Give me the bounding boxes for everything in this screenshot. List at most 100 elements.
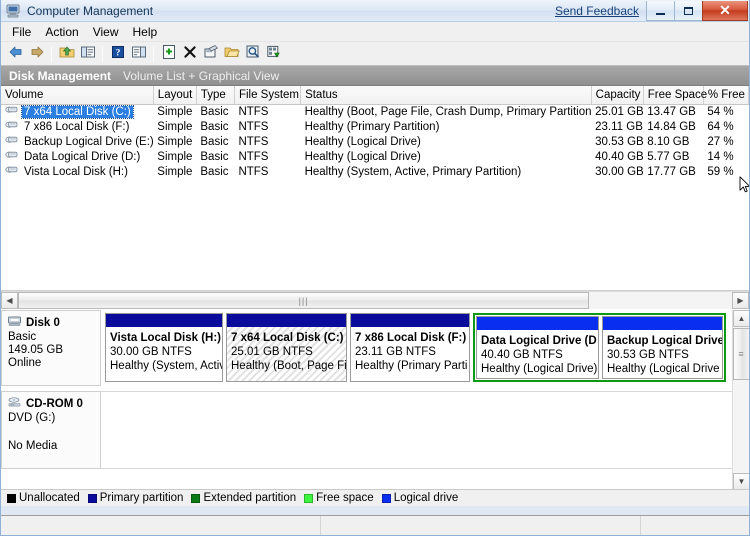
partition-size-fs: 40.40 GB NTFS	[481, 349, 563, 361]
graphical-view-vscrollbar[interactable]: ▲ ≡ ▼	[732, 310, 749, 489]
partition-status: Healthy (Boot, Page Fi	[231, 360, 346, 372]
cdrom0-name: CD-ROM 0	[26, 398, 83, 410]
cell-capacity: 25.01 GB	[595, 105, 644, 118]
cell-volume[interactable]: 7 x86 Local Disk (F:)	[1, 119, 153, 134]
delete-icon	[182, 44, 198, 63]
show-hide-console-tree-icon	[80, 44, 96, 63]
refresh-button[interactable]	[263, 44, 284, 64]
menu-bar: File Action View Help	[1, 22, 749, 42]
table-row[interactable]: Backup Logical Drive (E:) Simple Basic NTFS…	[1, 134, 749, 149]
disk-info-disk0[interactable]: Disk 0 Basic 149.05 GB Online	[1, 310, 101, 386]
open-button[interactable]	[221, 44, 242, 64]
hscroll-right-arrow-icon[interactable]: ▶	[732, 292, 749, 309]
minimize-icon	[656, 12, 665, 15]
vscroll-thumb[interactable]: ≡	[733, 328, 749, 380]
explore-button[interactable]	[242, 44, 263, 64]
partition-size-fs: 23.11 GB NTFS	[355, 346, 436, 358]
partition-block[interactable]: Data Logical Drive (D 40.40 GB NTFS Health…	[476, 316, 599, 379]
disk-info-cdrom0[interactable]: CD-ROM 0 DVD (G:) No Media	[1, 391, 101, 469]
cell-capacity: 30.00 GB	[595, 165, 644, 178]
cell-pct-free: 64 %	[707, 120, 734, 133]
cdrom0-media-area[interactable]	[101, 391, 749, 469]
hscroll-left-arrow-icon[interactable]: ◀	[1, 292, 18, 309]
minimize-button[interactable]	[646, 1, 675, 21]
legend-item: Logical drive	[381, 492, 458, 504]
volume-table-body: 7 x64 Local Disk (C:) Simple Basic NTFS Heal…	[1, 104, 749, 179]
vscroll-down-arrow-icon[interactable]: ▼	[733, 473, 749, 489]
up-one-level-button[interactable]	[56, 44, 77, 64]
show-hide-console-tree-button[interactable]	[77, 44, 98, 64]
partition-title: Vista Local Disk (H:)	[110, 332, 221, 344]
close-button[interactable]: ✕	[702, 1, 748, 21]
partition-color-bar	[227, 314, 346, 327]
properties-icon	[161, 44, 177, 63]
cell-layout: Simple	[157, 165, 193, 178]
up-folder-icon	[59, 44, 75, 63]
cdrom0-state: No Media	[8, 440, 58, 452]
volume-table: Volume Layout Type File System Status Ca…	[1, 86, 749, 179]
volume-list-hscrollbar[interactable]: ◀ ||| ▶	[1, 291, 749, 309]
partition-block[interactable]: 7 x86 Local Disk (F:) 23.11 GB NTFS Health…	[350, 313, 470, 382]
cell-volume[interactable]: Data Logical Drive (D:)	[1, 149, 153, 164]
delete-button[interactable]	[179, 44, 200, 64]
cell-layout: Simple	[157, 120, 193, 133]
cell-capacity: 40.40 GB	[595, 150, 644, 163]
legend-item: Primary partition	[87, 492, 183, 504]
menu-item-file[interactable]: File	[5, 23, 38, 41]
legend-item: Free space	[304, 492, 374, 504]
column-header-free-space[interactable]: Free Space	[643, 86, 707, 105]
help-button[interactable]: ?	[107, 44, 128, 64]
forward-button[interactable]	[26, 44, 47, 64]
menu-item-action[interactable]: Action	[38, 23, 85, 41]
menu-item-help[interactable]: Help	[126, 23, 165, 41]
column-header-volume[interactable]: Volume	[1, 86, 154, 105]
menu-item-view[interactable]: View	[86, 23, 126, 41]
table-row[interactable]: Data Logical Drive (D:) Simple Basic NTFS He…	[1, 149, 749, 164]
extended-partition-group[interactable]: Data Logical Drive (D 40.40 GB NTFS Health…	[473, 313, 726, 382]
partition-size-fs: 25.01 GB NTFS	[231, 346, 313, 358]
column-header-type[interactable]: Type	[196, 86, 235, 105]
partition-title: Backup Logical Drive	[607, 335, 722, 347]
column-header-status[interactable]: Status	[300, 86, 592, 105]
back-button[interactable]	[5, 44, 26, 64]
column-header-pct-free[interactable]: % Free	[703, 86, 749, 105]
cell-layout: Simple	[157, 105, 193, 118]
cell-status: Healthy (Logical Drive)	[304, 150, 421, 163]
show-hide-action-pane-button[interactable]	[128, 44, 149, 64]
status-panel-1	[1, 515, 321, 535]
cell-status: Healthy (System, Active, Primary Partiti…	[304, 165, 522, 178]
cell-type: Basic	[200, 120, 229, 133]
properties-button[interactable]	[158, 44, 179, 64]
table-row[interactable]: 7 x86 Local Disk (F:) Simple Basic NTFS Heal…	[1, 119, 749, 134]
vscroll-up-arrow-icon[interactable]: ▲	[733, 310, 749, 327]
partition-body: 7 x64 Local Disk (C:) 25.01 GB NTFS Health…	[227, 327, 346, 381]
send-feedback-link[interactable]: Send Feedback	[555, 4, 639, 18]
column-header-layout[interactable]: Layout	[153, 86, 197, 105]
hscroll-track[interactable]: |||	[18, 292, 732, 309]
partition-status: Healthy (Logical Drive	[607, 363, 720, 375]
legend-swatch-icon	[87, 493, 97, 503]
cell-status: Healthy (Primary Partition)	[304, 120, 440, 133]
cell-volume[interactable]: 7 x64 Local Disk (C:)	[1, 104, 153, 119]
table-row[interactable]: 7 x64 Local Disk (C:) Simple Basic NTFS Heal…	[1, 104, 749, 119]
column-header-capacity[interactable]: Capacity	[591, 86, 644, 105]
disk-row-disk0: Disk 0 Basic 149.05 GB Online Vista Loca…	[1, 310, 749, 386]
disk0-name: Disk 0	[26, 317, 60, 329]
hscroll-thumb[interactable]: |||	[18, 292, 590, 309]
partition-block[interactable]: Vista Local Disk (H:) 30.00 GB NTFS Health…	[105, 313, 223, 382]
partition-title: Data Logical Drive (D	[481, 335, 597, 347]
rescan-disks-button[interactable]	[200, 44, 221, 64]
cell-volume[interactable]: Backup Logical Drive (E:)	[1, 134, 153, 149]
cell-pct-free: 14 %	[707, 150, 734, 163]
partition-block[interactable]: 7 x64 Local Disk (C:) 25.01 GB NTFS Health…	[226, 313, 347, 382]
cell-pct-free: 54 %	[707, 105, 734, 118]
table-row[interactable]: Vista Local Disk (H:) Simple Basic NTFS Heal…	[1, 164, 749, 179]
maximize-button[interactable]	[674, 1, 703, 21]
column-header-file-system[interactable]: File System	[234, 86, 302, 105]
disk0-partitions: Vista Local Disk (H:) 30.00 GB NTFS Health…	[101, 310, 749, 386]
partition-block[interactable]: Backup Logical Drive 30.53 GB NTFS Healthy…	[602, 316, 723, 379]
cell-volume[interactable]: Vista Local Disk (H:)	[1, 164, 153, 179]
cdrom0-blank	[8, 425, 94, 439]
partition-color-bar	[351, 314, 469, 327]
cell-type: Basic	[200, 150, 229, 163]
